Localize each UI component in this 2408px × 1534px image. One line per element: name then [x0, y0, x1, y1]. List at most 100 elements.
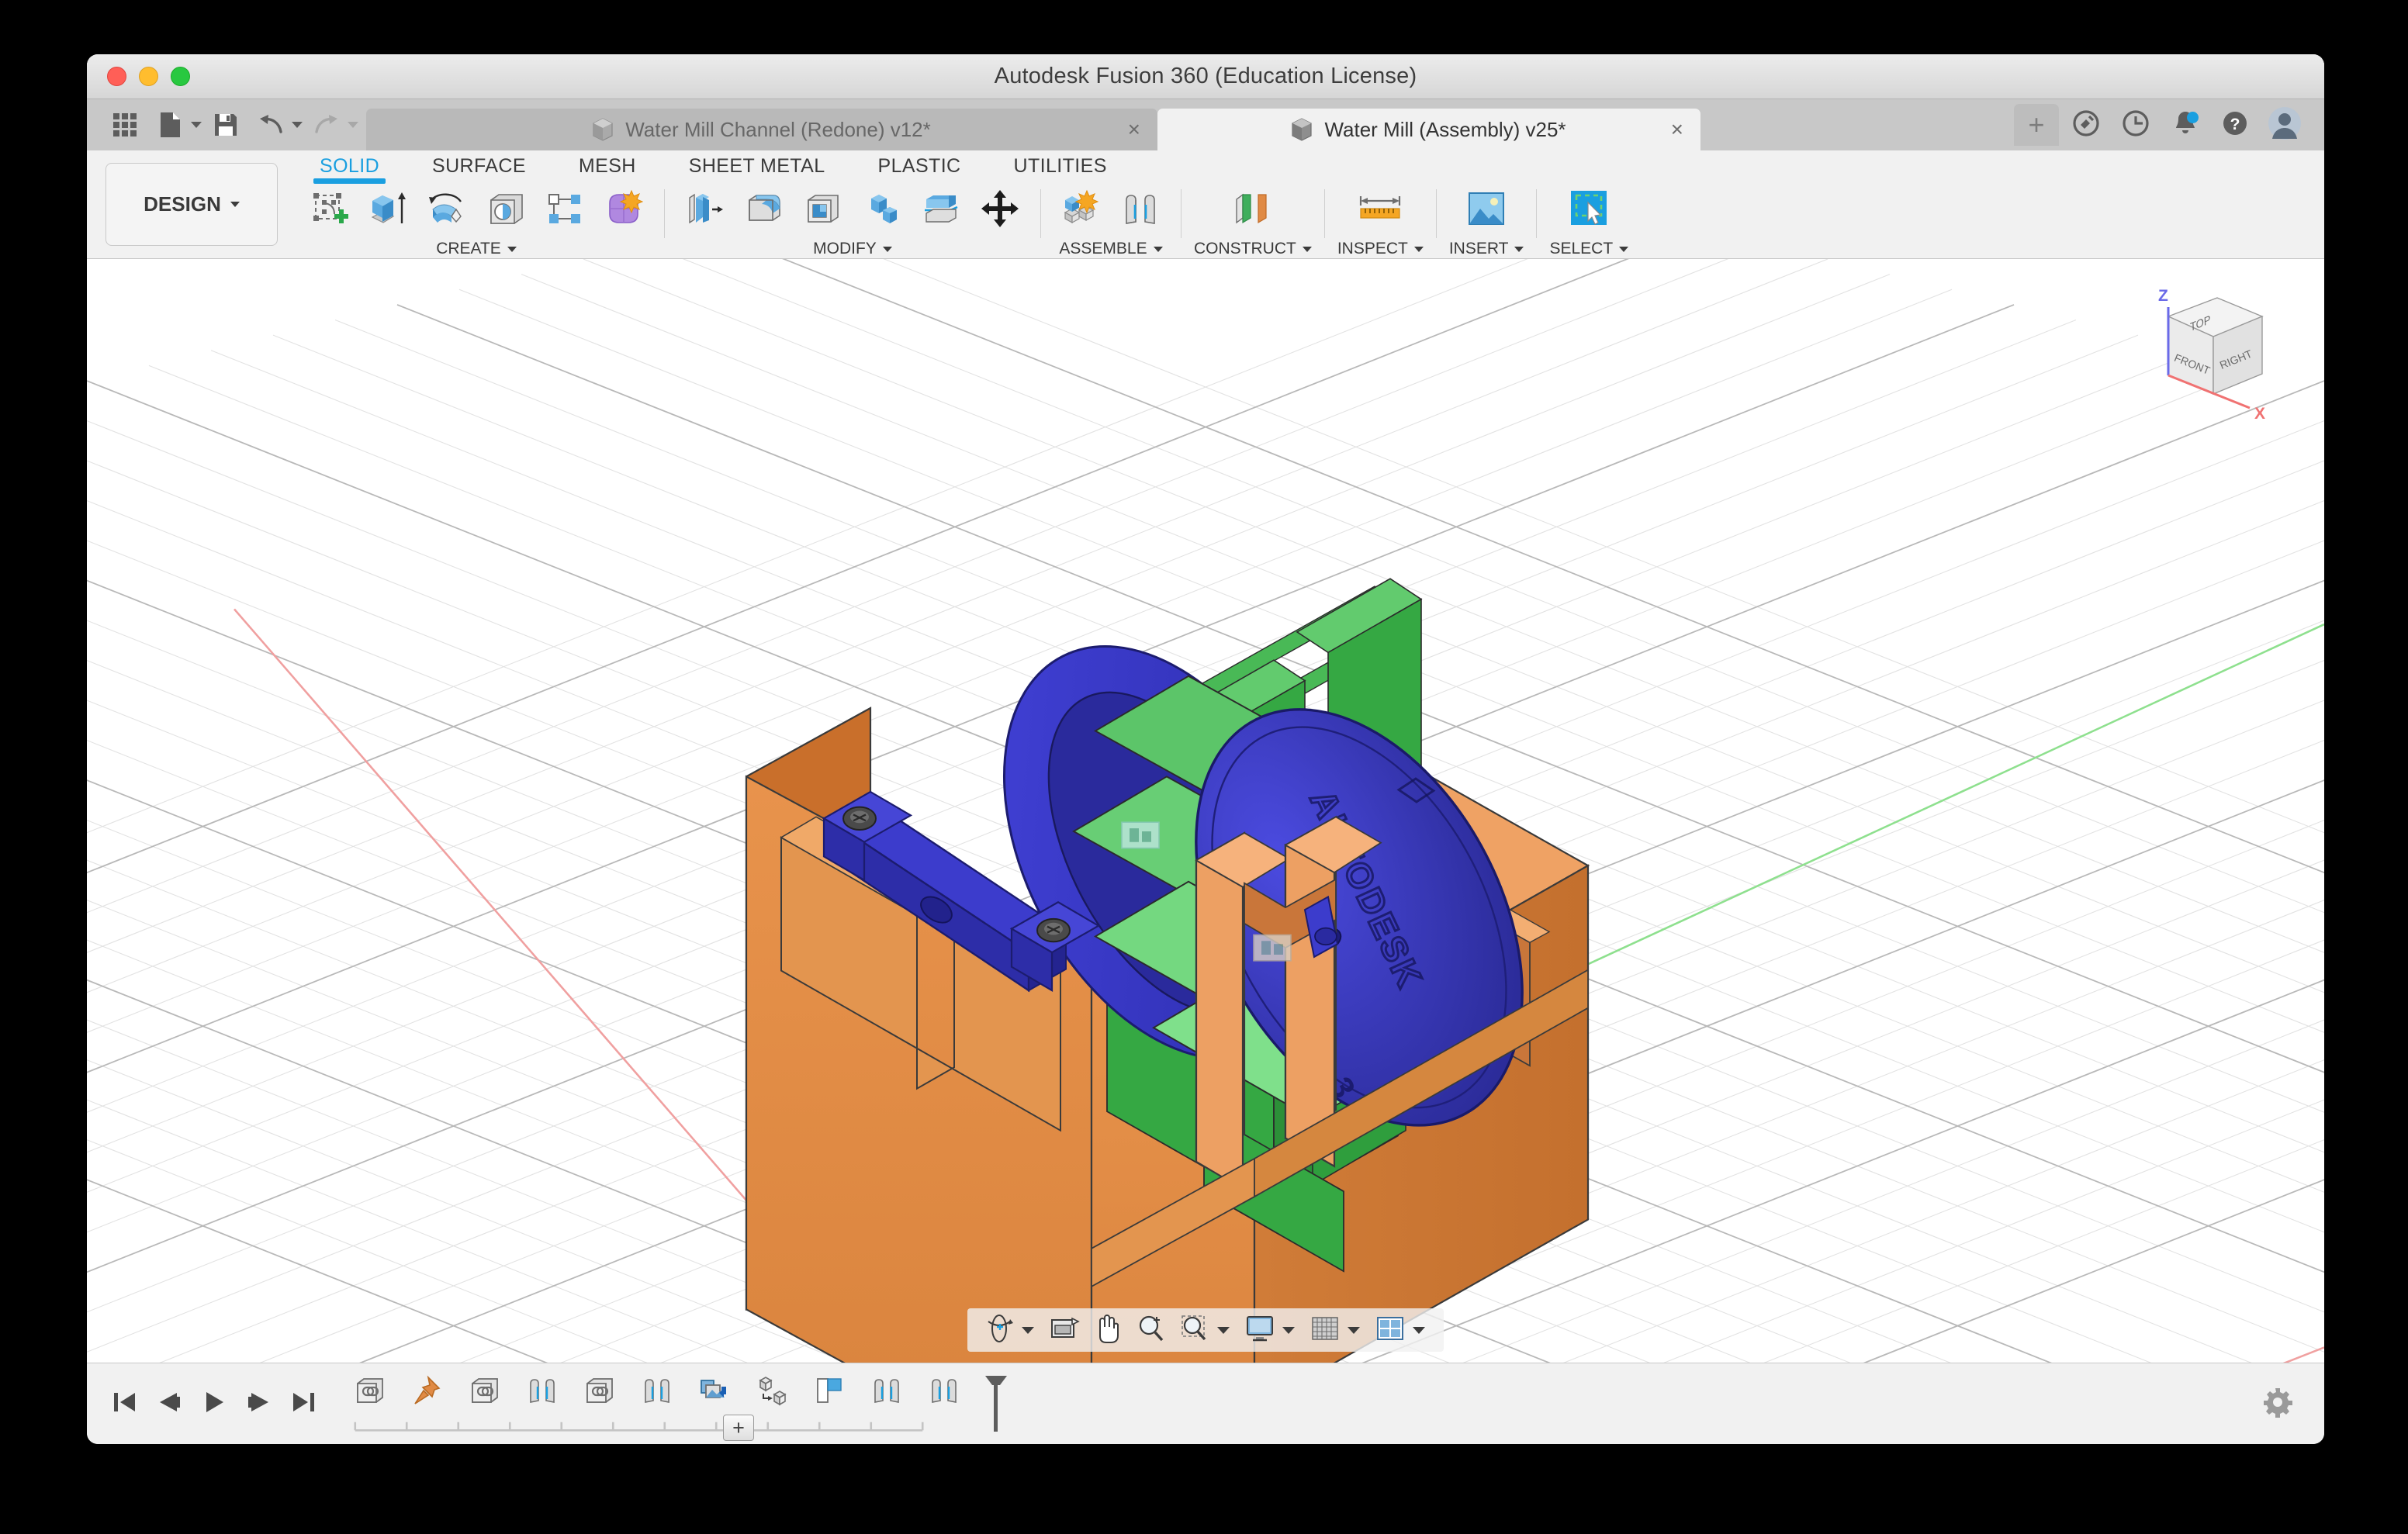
workspace-switcher-button[interactable]: DESIGN	[106, 163, 278, 246]
tab-surface[interactable]: SURFACE	[406, 150, 552, 184]
zoom-window-button[interactable]	[1174, 1311, 1216, 1349]
timeline-feature-joint-3[interactable]	[867, 1373, 906, 1411]
timeline-feature-move-copy[interactable]	[752, 1373, 791, 1411]
ribbon-divider	[664, 189, 665, 238]
group-label-insert[interactable]: INSERT	[1449, 240, 1524, 258]
help-button[interactable]: ?	[2213, 102, 2258, 147]
close-tab-button[interactable]: ×	[1128, 119, 1140, 140]
display-settings-button[interactable]	[1239, 1311, 1281, 1349]
viewport-layouts-button[interactable]	[1369, 1311, 1411, 1349]
timeline-feature-grounded[interactable]	[408, 1373, 447, 1411]
screw-lower[interactable]	[1036, 917, 1071, 943]
pan-button[interactable]	[1087, 1311, 1129, 1349]
insert-image-button[interactable]	[1449, 185, 1524, 236]
skip-forward-icon	[290, 1390, 318, 1418]
timeline-feature-component-2[interactable]	[465, 1373, 504, 1411]
group-label-inspect[interactable]: INSPECT	[1337, 240, 1424, 258]
save-button[interactable]	[205, 104, 247, 146]
timeline-step-forward-button[interactable]	[239, 1384, 279, 1424]
select-button[interactable]	[1554, 185, 1624, 236]
offset-plane-button[interactable]	[1216, 185, 1290, 236]
joint-button[interactable]	[1112, 185, 1168, 236]
tab-sheet-metal[interactable]: SHEET METAL	[663, 150, 852, 184]
shell-button[interactable]	[795, 185, 851, 236]
group-label-create[interactable]: CREATE	[436, 240, 517, 258]
extensions-button[interactable]	[2064, 102, 2109, 147]
tab-mesh[interactable]: MESH	[552, 150, 663, 184]
orbit-icon	[984, 1314, 1015, 1347]
new-component-button[interactable]	[1054, 185, 1109, 236]
viewport-canvas[interactable]: AUTODESK 3 TOP FRONT RIGHT Z X	[87, 259, 2324, 1363]
zoom-dropdown-caret[interactable]	[1217, 1326, 1230, 1334]
tab-plastic[interactable]: PLASTIC	[852, 150, 988, 184]
account-avatar-button[interactable]	[2262, 102, 2307, 147]
undo-dropdown-caret[interactable]	[292, 122, 303, 128]
revolve-button[interactable]	[419, 185, 475, 236]
zoom-button[interactable]	[1130, 1311, 1172, 1349]
app-grid-button[interactable]	[104, 104, 146, 146]
orbit-button[interactable]	[978, 1311, 1020, 1349]
split-face-button[interactable]	[913, 185, 969, 236]
viewports-dropdown-caret[interactable]	[1413, 1326, 1425, 1334]
undo-button[interactable]	[250, 104, 292, 146]
timeline-add-button[interactable]: +	[723, 1415, 754, 1441]
chevron-down-icon	[507, 246, 517, 252]
timeline-track[interactable]	[354, 1421, 924, 1432]
redo-button[interactable]	[306, 104, 348, 146]
group-label-text: MODIFY	[813, 240, 877, 257]
press-pull-button[interactable]	[677, 185, 733, 236]
notifications-button[interactable]	[2163, 102, 2208, 147]
rectangular-pattern-button[interactable]	[537, 185, 593, 236]
tab-utilities[interactable]: UTILITIES	[988, 150, 1133, 184]
timeline-go-to-end-button[interactable]	[284, 1384, 324, 1424]
timeline-feature-insert-derive[interactable]	[695, 1373, 734, 1411]
document-tab-water-mill-assembly[interactable]: Water Mill (Assembly) v25* ×	[1157, 109, 1700, 150]
save-icon	[213, 112, 238, 137]
timeline-feature-joint-4[interactable]	[925, 1373, 964, 1411]
timeline-play-button[interactable]	[194, 1384, 234, 1424]
group-label-modify[interactable]: MODIFY	[813, 240, 892, 258]
display-dropdown-caret[interactable]	[1282, 1326, 1295, 1334]
create-form-button[interactable]	[596, 185, 652, 236]
quick-access-toolbar	[87, 99, 366, 150]
water-mill-assembly-model[interactable]: AUTODESK 3	[87, 259, 2324, 1363]
tab-solid[interactable]: SOLID	[293, 150, 406, 184]
chevron-down-icon	[1619, 246, 1629, 252]
joint-marker-1[interactable]	[1121, 821, 1160, 849]
move-copy-button[interactable]	[972, 185, 1028, 236]
create-sketch-button[interactable]	[301, 185, 357, 236]
close-tab-button[interactable]: ×	[1671, 119, 1683, 140]
extrude-icon	[368, 189, 408, 232]
timeline-end-marker[interactable]	[981, 1373, 1012, 1435]
joint-marker-2[interactable]	[1253, 934, 1292, 962]
combine-button[interactable]	[854, 185, 910, 236]
measure-button[interactable]	[1341, 185, 1419, 236]
job-status-button[interactable]	[2113, 102, 2158, 147]
new-tab-button[interactable]: +	[2014, 104, 2059, 146]
new-file-button[interactable]	[149, 104, 191, 146]
timeline-go-to-beginning-button[interactable]	[104, 1384, 144, 1424]
timeline-feature-joint-2[interactable]	[638, 1373, 676, 1411]
timeline-feature-appearance[interactable]	[810, 1373, 849, 1411]
timeline-feature-joint-1[interactable]	[523, 1373, 562, 1411]
new-file-dropdown-caret[interactable]	[191, 122, 202, 128]
fillet-button[interactable]	[736, 185, 792, 236]
extrude-button[interactable]	[360, 185, 416, 236]
redo-dropdown-caret[interactable]	[348, 122, 358, 128]
screw-upper[interactable]	[842, 806, 877, 831]
hole-button[interactable]	[478, 185, 534, 236]
view-cube-faces[interactable]: TOP FRONT RIGHT	[2167, 297, 2264, 396]
group-label-assemble[interactable]: ASSEMBLE	[1059, 240, 1163, 258]
group-label-select[interactable]: SELECT	[1549, 240, 1629, 258]
document-tab-water-mill-channel[interactable]: Water Mill Channel (Redone) v12* ×	[366, 109, 1157, 150]
orbit-dropdown-caret[interactable]	[1022, 1326, 1034, 1334]
timeline-feature-component-3[interactable]	[580, 1373, 619, 1411]
timeline-feature-component-1[interactable]	[351, 1373, 389, 1411]
grid-dropdown-caret[interactable]	[1348, 1326, 1360, 1334]
view-cube[interactable]: TOP FRONT RIGHT Z X	[2110, 276, 2281, 439]
timeline-step-back-button[interactable]	[149, 1384, 189, 1424]
grid-snaps-button[interactable]	[1304, 1311, 1346, 1349]
look-at-button[interactable]	[1043, 1311, 1085, 1349]
timeline-settings-button[interactable]	[2258, 1384, 2298, 1424]
group-label-construct[interactable]: CONSTRUCT	[1194, 240, 1312, 258]
